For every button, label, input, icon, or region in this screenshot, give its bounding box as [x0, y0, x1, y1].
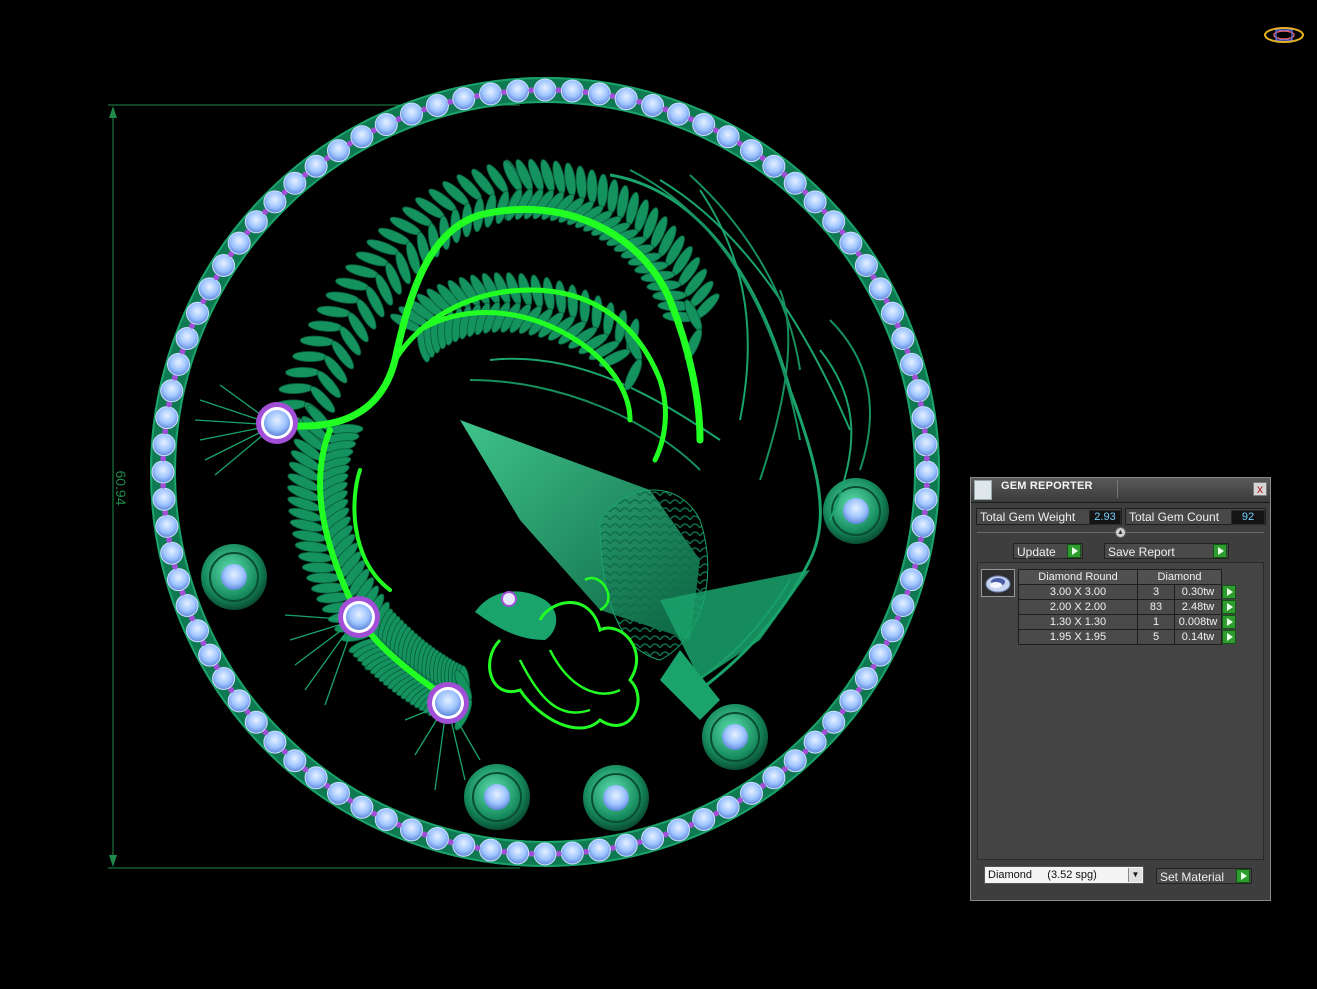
- row-size: 1.95 X 1.95: [1018, 629, 1138, 645]
- table-row[interactable]: 3.00 X 3.00 3 0.30tw: [1018, 584, 1237, 600]
- titlebar-divider: [1117, 480, 1118, 498]
- row-select-arrow-icon[interactable]: [1222, 600, 1236, 614]
- row-size: 2.00 X 2.00: [1018, 599, 1138, 615]
- gem-table: Diamond Round Diamond 3.00 X 3.00 3 0.30…: [1018, 569, 1237, 645]
- set-material-button-label: Set Material: [1160, 870, 1225, 884]
- panel-titlebar[interactable]: GEM REPORTER x: [971, 478, 1270, 503]
- row-weight: 0.14tw: [1174, 629, 1222, 645]
- total-gem-count-label: Total Gem Count: [1129, 510, 1220, 524]
- header-material: Diamond: [1137, 569, 1222, 585]
- row-select-arrow-icon[interactable]: [1222, 630, 1237, 644]
- material-select-value: Diamond (3.52 spg): [988, 869, 1097, 881]
- row-size: 3.00 X 3.00: [1018, 584, 1138, 600]
- play-arrow-icon: [1067, 544, 1081, 558]
- close-button[interactable]: x: [1253, 482, 1267, 496]
- header-shape: Diamond Round: [1018, 569, 1138, 585]
- collapse-toggle-icon[interactable]: ▲: [1115, 527, 1126, 538]
- table-row[interactable]: 1.30 X 1.30 1 0.008tw: [1018, 614, 1237, 630]
- gem-reporter-logo-icon: [974, 480, 992, 500]
- row-select-arrow-icon[interactable]: [1222, 615, 1236, 629]
- total-gem-weight-field: Total Gem Weight 2.93: [976, 508, 1122, 525]
- row-select-arrow-icon[interactable]: [1222, 585, 1236, 599]
- total-gem-weight-label: Total Gem Weight: [980, 510, 1076, 524]
- update-button-label: Update: [1017, 545, 1056, 559]
- chevron-down-icon[interactable]: ▼: [1128, 868, 1142, 882]
- material-select[interactable]: Diamond (3.52 spg) ▼: [984, 866, 1144, 884]
- set-material-button[interactable]: Set Material: [1156, 868, 1252, 884]
- row-count: 5: [1137, 629, 1175, 645]
- row-size: 1.30 X 1.30: [1018, 614, 1138, 630]
- gem-list-area: Diamond Round Diamond 3.00 X 3.00 3 0.30…: [977, 562, 1264, 860]
- gem-thumbnail[interactable]: [981, 569, 1015, 597]
- view-cube-icon[interactable]: [1262, 22, 1306, 48]
- save-report-button-label: Save Report: [1108, 545, 1175, 559]
- play-arrow-icon: [1236, 869, 1250, 883]
- gem-table-header: Diamond Round Diamond: [1018, 569, 1237, 585]
- row-weight: 0.30tw: [1174, 584, 1222, 600]
- dimension-value: 60.94: [113, 470, 129, 505]
- update-button[interactable]: Update: [1013, 543, 1083, 559]
- gem-reporter-panel: GEM REPORTER x Total Gem Weight 2.93 Tot…: [970, 477, 1271, 901]
- phoenix-wing: [460, 420, 810, 720]
- pendant-model[interactable]: [150, 77, 940, 867]
- panel-title: GEM REPORTER: [1001, 480, 1093, 492]
- row-count: 83: [1137, 599, 1175, 615]
- row-count: 1: [1137, 614, 1175, 630]
- row-weight: 2.48tw: [1174, 599, 1222, 615]
- total-gem-weight-value: 2.93: [1089, 510, 1121, 525]
- total-gem-count-field: Total Gem Count 92: [1125, 508, 1266, 525]
- table-row[interactable]: 1.95 X 1.95 5 0.14tw: [1018, 629, 1237, 645]
- table-row[interactable]: 2.00 X 2.00 83 2.48tw: [1018, 599, 1237, 615]
- total-gem-count-value: 92: [1231, 510, 1265, 525]
- save-report-button[interactable]: Save Report: [1104, 543, 1229, 559]
- round-gem-icon: [985, 575, 1011, 593]
- play-arrow-icon: [1213, 544, 1227, 558]
- row-weight: 0.008tw: [1174, 614, 1222, 630]
- row-count: 3: [1137, 584, 1175, 600]
